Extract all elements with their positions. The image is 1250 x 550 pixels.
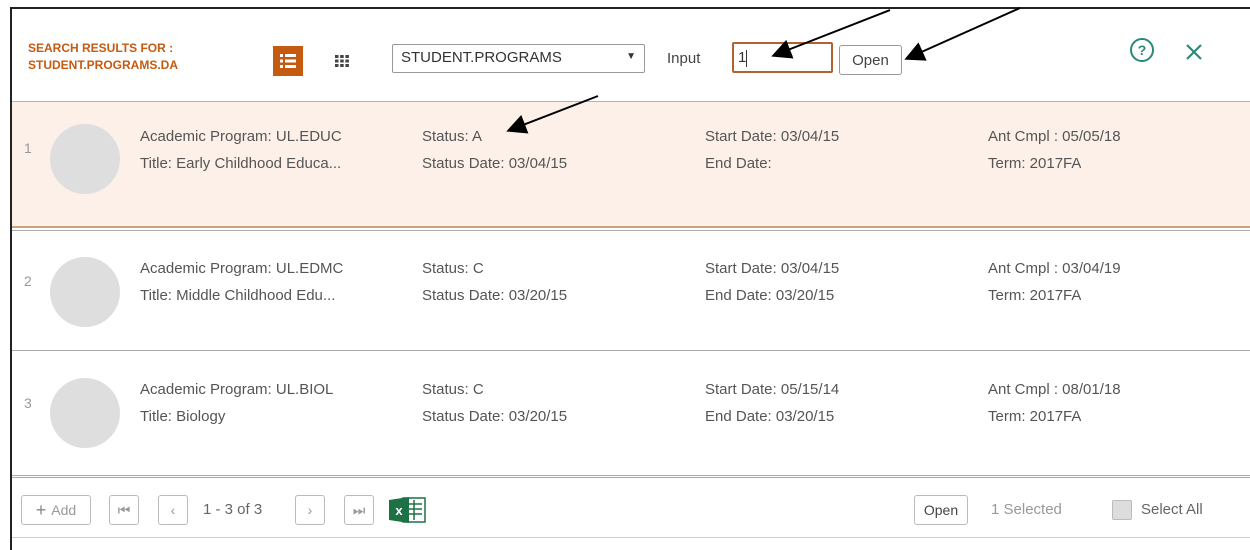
list-view-icon bbox=[280, 54, 296, 68]
svg-text:?: ? bbox=[1138, 42, 1147, 58]
record-input-value: 1 bbox=[738, 49, 747, 66]
end-date: End Date: 03/20/15 bbox=[705, 408, 835, 425]
academic-program: Academic Program: UL.EDUC bbox=[140, 128, 342, 145]
help-button[interactable]: ? bbox=[1129, 37, 1155, 63]
ant-cmpl: Ant Cmpl : 08/01/18 bbox=[988, 381, 1121, 398]
select-all-label[interactable]: Select All bbox=[1141, 501, 1203, 518]
status-date: Status Date: 03/20/15 bbox=[422, 287, 568, 304]
end-date: End Date: bbox=[705, 155, 772, 172]
status: Status: A bbox=[422, 128, 483, 145]
table-row[interactable]: 3 Academic Program: UL.BIOL Title: Biolo… bbox=[12, 350, 1250, 469]
table-row[interactable]: 2 Academic Program: UL.EDMC Title: Middl… bbox=[12, 230, 1250, 349]
status: Status: C bbox=[422, 381, 484, 398]
table-row[interactable]: 1 Academic Program: UL.EDUC Title: Early… bbox=[12, 101, 1250, 228]
program-title: Title: Middle Childhood Edu... bbox=[140, 287, 336, 304]
excel-icon: x bbox=[389, 497, 426, 523]
header: SEARCH RESULTS FOR : STUDENT.PROGRAMS.DA… bbox=[12, 9, 1250, 101]
svg-text:x: x bbox=[395, 503, 403, 518]
grid-view-icon bbox=[335, 55, 349, 67]
pagination-text: 1 - 3 of 3 bbox=[203, 501, 263, 518]
row-index: 3 bbox=[24, 395, 32, 411]
chevron-right-icon: › bbox=[307, 502, 313, 518]
list-view-button[interactable] bbox=[273, 46, 303, 76]
status: Status: C bbox=[422, 260, 484, 277]
ant-cmpl: Ant Cmpl : 03/04/19 bbox=[988, 260, 1121, 277]
row-index: 2 bbox=[24, 273, 32, 289]
end-date: End Date: 03/20/15 bbox=[705, 287, 835, 304]
search-results-panel: SEARCH RESULTS FOR : STUDENT.PROGRAMS.DA… bbox=[10, 7, 1250, 550]
plus-icon: + bbox=[35, 499, 47, 520]
grid-view-button[interactable] bbox=[327, 46, 357, 76]
title-line-2: STUDENT.PROGRAMS.DA bbox=[28, 58, 179, 72]
avatar bbox=[50, 378, 120, 448]
program-title: Title: Biology bbox=[140, 408, 226, 425]
dropdown-caret-icon: ▼ bbox=[626, 51, 636, 62]
chevron-left-icon: ‹ bbox=[170, 502, 176, 518]
row-index: 1 bbox=[24, 140, 32, 156]
start-date: Start Date: 03/04/15 bbox=[705, 260, 840, 277]
start-date: Start Date: 05/15/14 bbox=[705, 381, 840, 398]
first-page-icon: ⏮ bbox=[117, 501, 131, 518]
previous-page-button[interactable]: ‹ bbox=[158, 495, 188, 525]
record-input-field[interactable]: 1 bbox=[732, 42, 833, 73]
add-button[interactable]: + Add bbox=[21, 495, 91, 525]
search-results-title: SEARCH RESULTS FOR : STUDENT.PROGRAMS.DA bbox=[28, 40, 178, 74]
ant-cmpl: Ant Cmpl : 05/05/18 bbox=[988, 128, 1121, 145]
title-line-1: SEARCH RESULTS FOR : bbox=[28, 41, 174, 55]
status-date: Status Date: 03/20/15 bbox=[422, 408, 568, 425]
file-select-dropdown[interactable]: STUDENT.PROGRAMS ▼ bbox=[392, 44, 645, 73]
open-button-top[interactable]: Open bbox=[839, 45, 902, 75]
export-excel-button[interactable]: x bbox=[389, 496, 427, 524]
input-label: Input bbox=[667, 50, 701, 67]
last-page-icon: ⏭ bbox=[352, 501, 366, 518]
add-label: Add bbox=[51, 502, 77, 518]
next-page-button[interactable]: › bbox=[295, 495, 325, 525]
first-page-button[interactable]: ⏮ bbox=[109, 495, 139, 525]
close-button[interactable] bbox=[1184, 42, 1204, 62]
close-icon bbox=[1186, 44, 1202, 60]
academic-program: Academic Program: UL.EDMC bbox=[140, 260, 344, 277]
file-select-value: STUDENT.PROGRAMS bbox=[401, 49, 562, 66]
selected-count: 1 Selected bbox=[991, 501, 1062, 518]
start-date: Start Date: 03/04/15 bbox=[705, 128, 840, 145]
help-icon: ? bbox=[1130, 38, 1154, 62]
avatar bbox=[50, 124, 120, 194]
status-date: Status Date: 03/04/15 bbox=[422, 155, 568, 172]
last-page-button[interactable]: ⏭ bbox=[344, 495, 374, 525]
program-title: Title: Early Childhood Educa... bbox=[140, 155, 342, 172]
term: Term: 2017FA bbox=[988, 287, 1082, 304]
term: Term: 2017FA bbox=[988, 155, 1082, 172]
avatar bbox=[50, 257, 120, 327]
footer-toolbar: + Add ⏮ ‹ 1 - 3 of 3 › ⏭ x Open 1 Select… bbox=[12, 475, 1250, 538]
academic-program: Academic Program: UL.BIOL bbox=[140, 381, 334, 398]
select-all-checkbox[interactable] bbox=[1112, 500, 1132, 520]
open-button-bottom[interactable]: Open bbox=[914, 495, 968, 525]
term: Term: 2017FA bbox=[988, 408, 1082, 425]
